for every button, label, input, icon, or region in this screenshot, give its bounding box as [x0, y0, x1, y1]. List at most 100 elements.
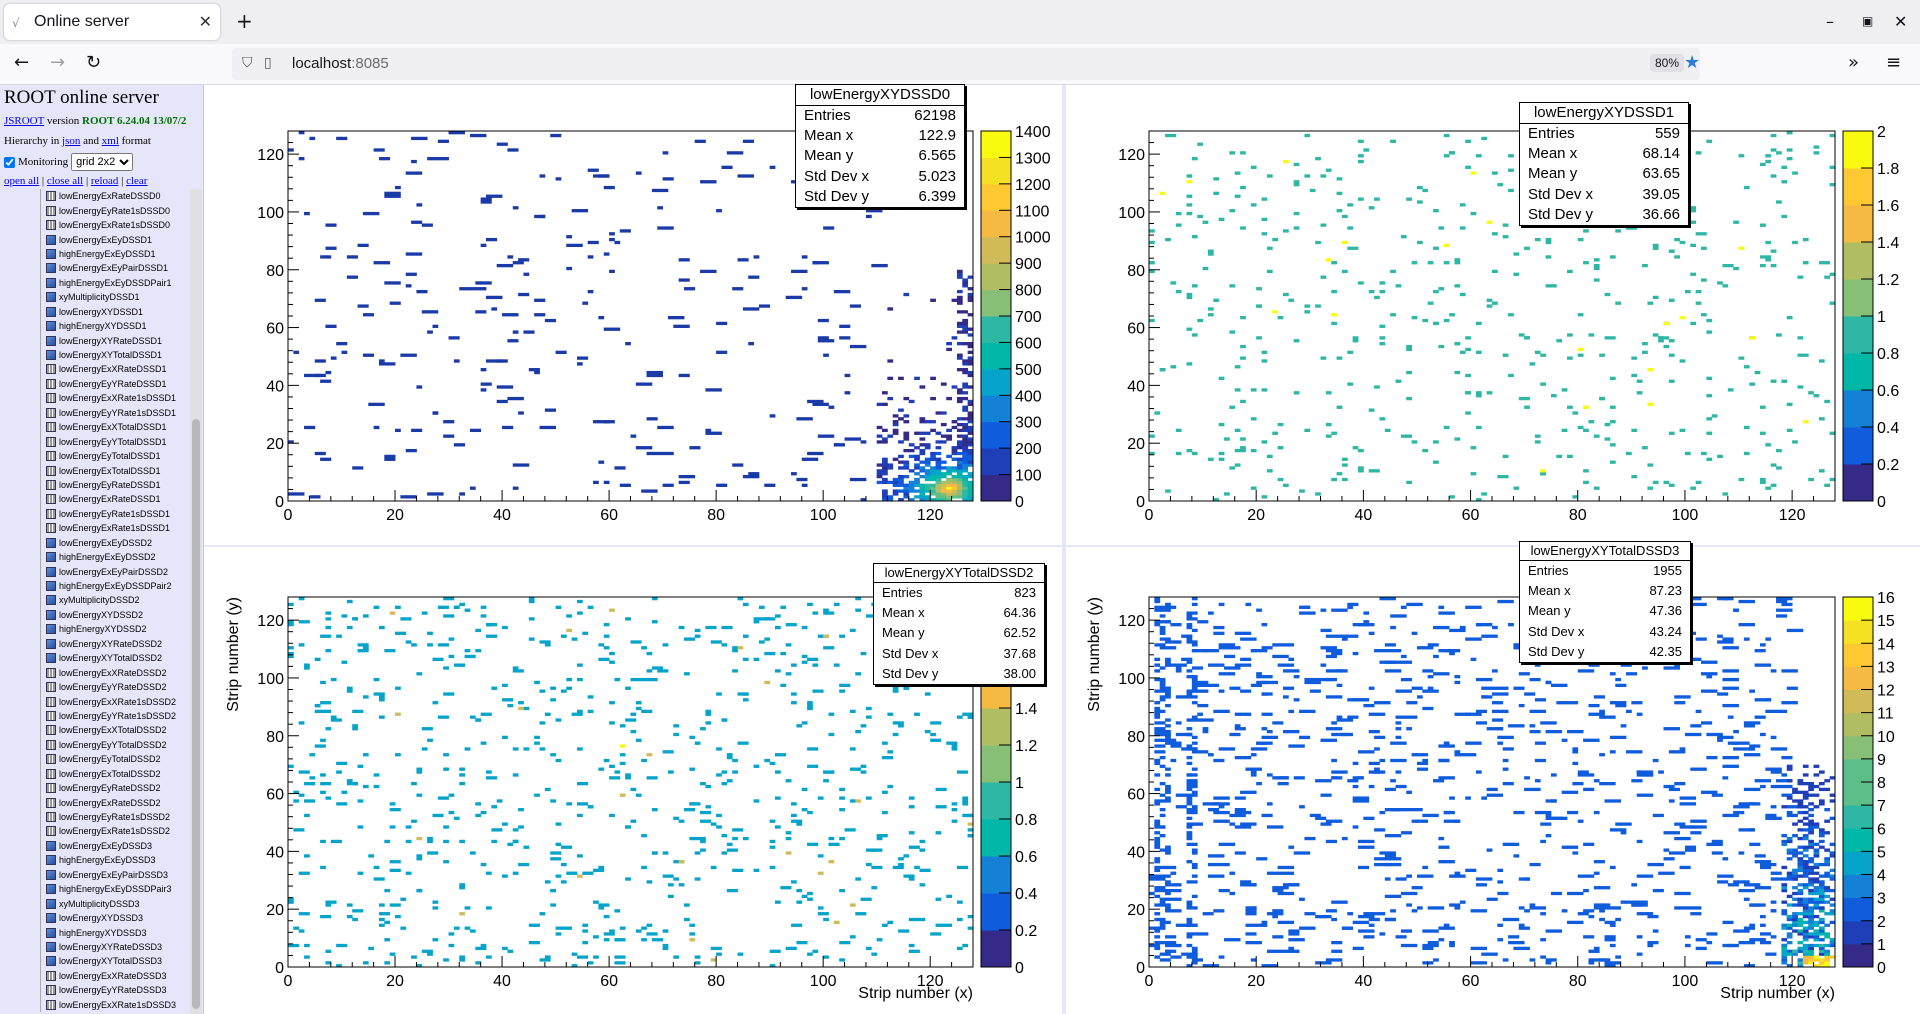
maximize-icon[interactable]: ▣	[1862, 14, 1873, 28]
tree-item[interactable]: highEnergyExEyDSSD1	[0, 246, 190, 262]
tree-item[interactable]: highEnergyXYDSSD2	[0, 622, 190, 637]
heatmap-cell	[1261, 350, 1268, 354]
tree-item[interactable]: lowEnergyXYTotalDSSD3	[0, 954, 190, 969]
tree-item[interactable]: lowEnergyXYTotalDSSD1	[0, 347, 190, 363]
tree-item[interactable]: lowEnergyEyYRateDSSD1	[0, 376, 190, 392]
tree-item[interactable]: lowEnergyExXRateDSSD1	[0, 362, 190, 377]
tree-item[interactable]: lowEnergyXYRateDSSD2	[0, 636, 190, 651]
browser-tab[interactable]: √ Online server ✕	[4, 4, 220, 40]
tree-item[interactable]: lowEnergyExEyDSSD3	[0, 838, 190, 854]
clear-link[interactable]: clear	[126, 175, 147, 187]
jsroot-link[interactable]: JSROOT	[4, 115, 44, 127]
stats-box[interactable]: lowEnergyXYDSSD0 Entries 62198 Mean x 122.9 M…	[795, 84, 965, 208]
tree-item[interactable]: lowEnergyExXRateDSSD3	[0, 968, 190, 984]
heatmap-cell	[1331, 819, 1337, 823]
tree-item[interactable]: lowEnergyExXTotalDSSD2	[0, 723, 190, 738]
tree-item[interactable]: lowEnergyExEyPairDSSD2	[0, 564, 190, 579]
heatmap-cell	[1250, 906, 1257, 910]
tree-item[interactable]: lowEnergyEyYRate1sDSSD2	[0, 708, 190, 724]
tree-item[interactable]: lowEnergyExRate1sDSSD2	[0, 824, 190, 839]
back-icon[interactable]: ←	[14, 52, 29, 73]
tree-item[interactable]: lowEnergyExEyPairDSSD3	[0, 867, 190, 882]
tree-item[interactable]: lowEnergyExXRate1sDSSD3	[0, 997, 190, 1012]
minimize-icon[interactable]: –	[1826, 12, 1834, 31]
heatmap-cell	[924, 443, 931, 447]
tree-item[interactable]: lowEnergyXYTotalDSSD2	[0, 651, 190, 666]
tree-item[interactable]: lowEnergyEyRateDSSD2	[0, 780, 190, 796]
url-bar[interactable]: ⛉ ▯ localhost:8085 80% ★	[232, 48, 1700, 80]
tree-item[interactable]: highEnergyExEyDSSDPair3	[0, 882, 190, 897]
tree-item[interactable]: lowEnergyExXRate1sDSSD1	[0, 391, 190, 406]
scrollbar-thumb[interactable]	[192, 419, 200, 1009]
shield-icon[interactable]: ⛉	[242, 55, 253, 71]
tree-item[interactable]: xyMultiplicityDSSD2	[0, 593, 190, 608]
url-text[interactable]: localhost:8085	[292, 55, 389, 72]
tree-item[interactable]: highEnergyXYDSSD1	[0, 318, 190, 334]
tree-item[interactable]: highEnergyExEyDSSDPair2	[0, 578, 190, 594]
tree-item[interactable]: lowEnergyXYDSSD1	[0, 304, 190, 319]
forward-icon[interactable]: →	[50, 52, 65, 73]
tree-item[interactable]: lowEnergyExEyDSSD2	[0, 535, 190, 550]
tree-item[interactable]: highEnergyExEyDSSD2	[0, 549, 190, 565]
tree-item[interactable]: lowEnergyEyYTotalDSSD1	[0, 434, 190, 449]
tree-item[interactable]: lowEnergyExXRate1sDSSD2	[0, 694, 190, 709]
tree-scrollbar[interactable]	[190, 189, 202, 1014]
tree-item[interactable]: highEnergyExEyDSSD3	[0, 853, 190, 868]
tree-item[interactable]: lowEnergyEyYRateDSSD2	[0, 679, 190, 695]
tree-item[interactable]: lowEnergyEyRate1sDSSD2	[0, 809, 190, 825]
stats-box[interactable]: lowEnergyXYDSSD1 Entries 559 Mean x 68.14 Mea…	[1519, 102, 1689, 226]
new-tab-icon[interactable]: +	[236, 9, 253, 33]
tree-item[interactable]: lowEnergyExXRateDSSD2	[0, 665, 190, 680]
tree-item[interactable]: lowEnergyExRateDSSD1	[0, 492, 190, 507]
heatmap-svg[interactable]: 0 20 40 60 80 100 120020406080100120Strip numb…	[1066, 547, 1920, 1014]
close-window-icon[interactable]: ✕	[1894, 12, 1907, 31]
tree-item[interactable]: lowEnergyEyYRate1sDSSD1	[0, 405, 190, 420]
layout-select[interactable]: grid 2x2	[71, 153, 134, 171]
reload-link[interactable]: reload	[91, 175, 118, 187]
histogram-pad-1[interactable]: 0 20 40 60 80 100 120 0 20 40 60 80 100 120 0 0.2 0.4 0.6…	[1066, 85, 1920, 545]
histogram-pad-0[interactable]: 0 20 40 60 80 100 120 0 20 40 60 80 100 120 0 100 200 300…	[204, 84, 1062, 545]
tree-item[interactable]: lowEnergyXYRateDSSD1	[0, 333, 190, 348]
tree-item[interactable]: lowEnergyEyYRateDSSD3	[0, 983, 190, 998]
tree-item[interactable]: lowEnergyEyRateDSSD1	[0, 477, 190, 493]
tree-item[interactable]: highEnergyExEyDSSDPair1	[0, 275, 190, 291]
histogram-pad-3[interactable]: 0 20 40 60 80 100 120 0 20 40 60 80 100 120 Strip numb…	[1066, 541, 1920, 1014]
close-all-link[interactable]: close all	[47, 175, 83, 187]
tree-item[interactable]: lowEnergyExTotalDSSD2	[0, 766, 190, 781]
tree-item[interactable]: lowEnergyEyRate1sDSSD0	[0, 203, 190, 218]
xml-link[interactable]: xml	[102, 135, 119, 147]
tree-item[interactable]: lowEnergyExEyPairDSSD1	[0, 261, 190, 276]
tree-item[interactable]: lowEnergyXYDSSD3	[0, 910, 190, 926]
hamburger-menu-icon[interactable]: ≡	[1886, 52, 1901, 73]
tree-item[interactable]: highEnergyXYDSSD3	[0, 925, 190, 940]
close-tab-icon[interactable]: ✕	[199, 12, 212, 31]
bookmark-star-icon[interactable]: ★	[1684, 52, 1700, 73]
heatmap-svg[interactable]: 0 20 40 60 80 100 12002040608010012000.20.40.6…	[1066, 85, 1920, 545]
tree-item[interactable]: xyMultiplicityDSSD1	[0, 290, 190, 305]
tree-item[interactable]: xyMultiplicityDSSD3	[0, 896, 190, 911]
tree-item[interactable]: lowEnergyEyTotalDSSD1	[0, 448, 190, 464]
tree-item[interactable]: lowEnergyExRate1sDSSD0	[0, 217, 190, 233]
tree-item[interactable]: lowEnergyExTotalDSSD1	[0, 463, 190, 478]
page-info-icon[interactable]: ▯	[264, 55, 272, 71]
reload-icon[interactable]: ↻	[86, 52, 101, 73]
overflow-menu-icon[interactable]: »	[1848, 52, 1859, 73]
palette-segment	[1843, 316, 1873, 354]
tree-item[interactable]: lowEnergyEyRate1sDSSD1	[0, 506, 190, 522]
open-all-link[interactable]: open all	[4, 175, 39, 187]
tree-item[interactable]: lowEnergyXYRateDSSD3	[0, 939, 190, 955]
tree-item[interactable]: lowEnergyExRateDSSD2	[0, 795, 190, 810]
monitoring-checkbox[interactable]	[4, 156, 15, 168]
histogram-pad-2[interactable]: 0 20 40 60 80 100 120 0 20 40 60 80 100 120 Strip numb…	[204, 547, 1062, 1014]
zoom-indicator[interactable]: 80%	[1650, 54, 1685, 72]
tree-item[interactable]: lowEnergyExRate1sDSSD1	[0, 521, 190, 536]
stats-box[interactable]: lowEnergyXYTotalDSSD2 Entries 823 Mean x 64.…	[873, 563, 1045, 685]
tree-item[interactable]: lowEnergyEyYTotalDSSD2	[0, 737, 190, 753]
tree-item[interactable]: lowEnergyExXTotalDSSD1	[0, 420, 190, 435]
heatmap-cell	[1743, 365, 1750, 369]
tree-item[interactable]: lowEnergyExRateDSSD0	[0, 189, 190, 204]
tree-item[interactable]: lowEnergyExEyDSSD1	[0, 232, 190, 247]
tree-item[interactable]: lowEnergyXYDSSD2	[0, 607, 190, 623]
tree-item[interactable]: lowEnergyEyTotalDSSD2	[0, 752, 190, 767]
json-link[interactable]: json	[62, 135, 80, 147]
